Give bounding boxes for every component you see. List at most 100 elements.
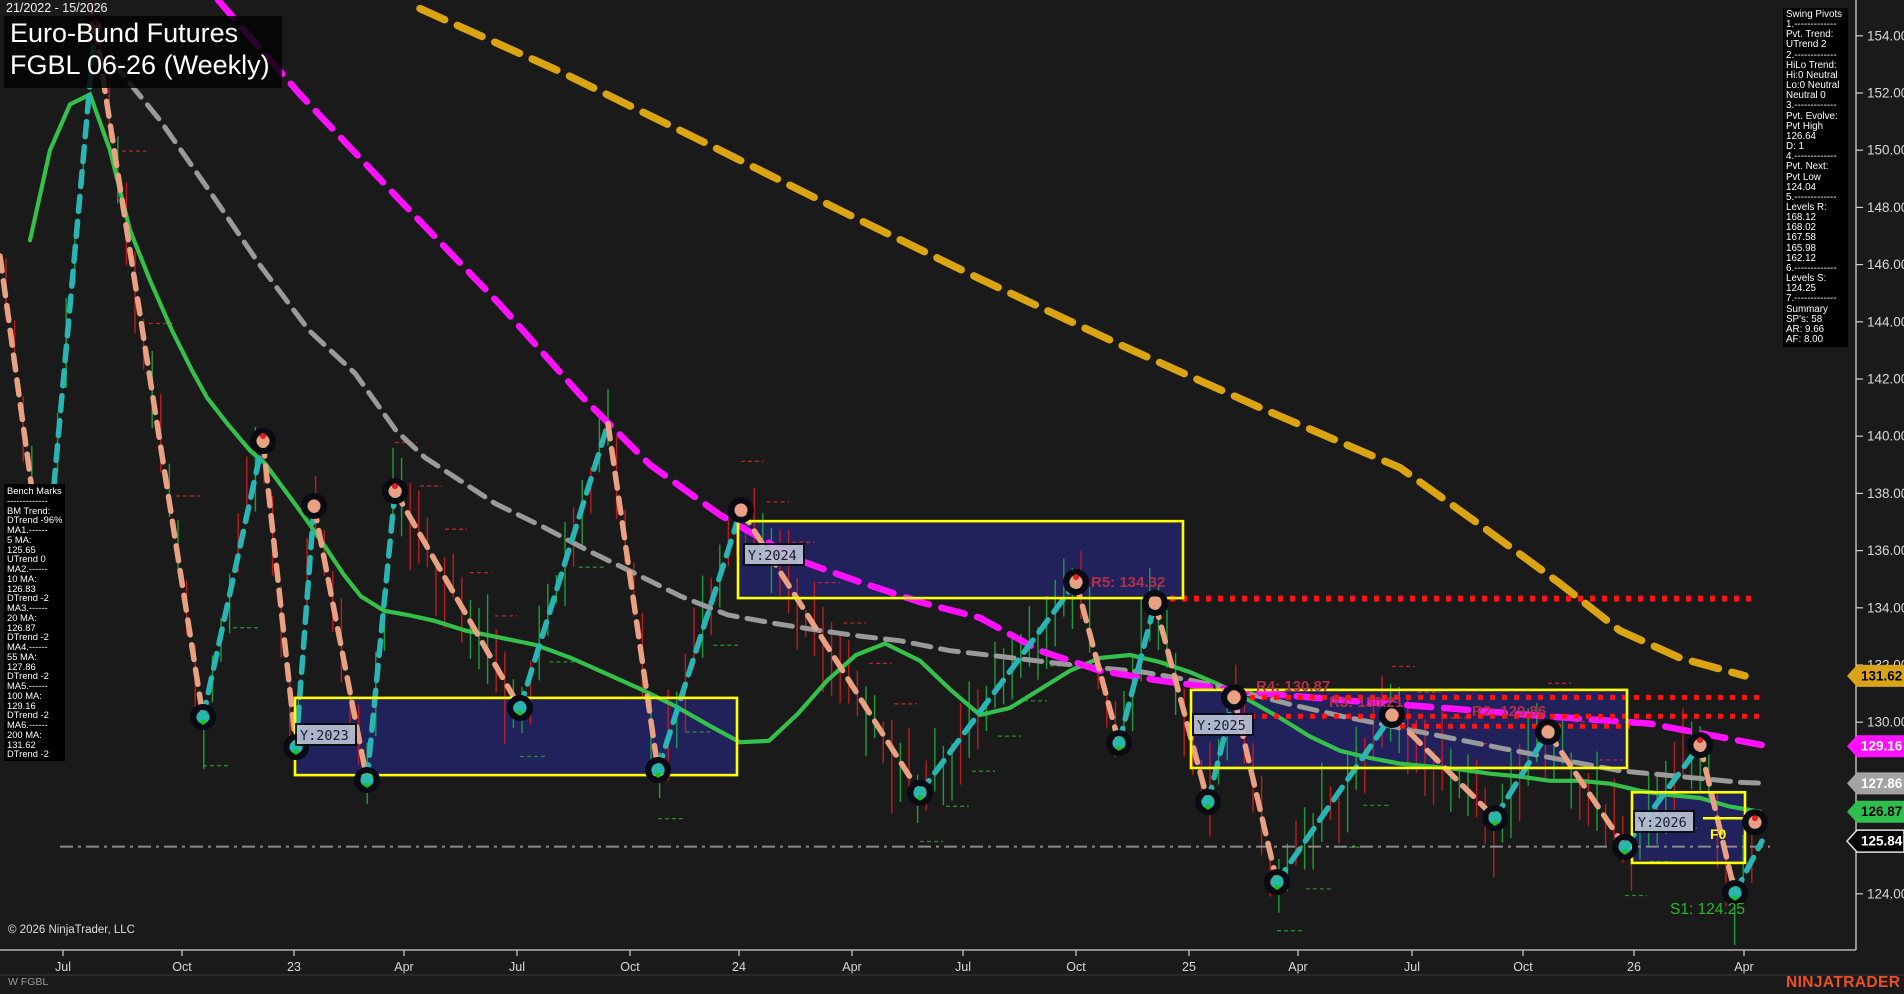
time-tick-label: Jul xyxy=(509,960,525,974)
instrument-title-line2: FGBL 06-26 (Weekly) xyxy=(10,50,270,82)
pivot-marker-high xyxy=(1538,722,1558,742)
pivot-marker-high xyxy=(1066,572,1086,592)
ninjatrader-logo: NINJATRADER xyxy=(1786,974,1900,992)
price-tick-label: 136.00 xyxy=(1867,543,1904,558)
price-tick-label: 152.00 xyxy=(1867,86,1904,101)
pivot-marker-high xyxy=(385,481,405,501)
time-tick-label: Oct xyxy=(1066,960,1086,974)
price-tag: 127.86 xyxy=(1847,772,1904,794)
pivot-marker-low xyxy=(910,783,930,803)
stop-steps-below xyxy=(203,628,260,766)
trailing-stop-steps xyxy=(95,0,1697,931)
year-label-text: Y:2026 xyxy=(1638,815,1687,831)
pivot-marker-low xyxy=(1615,837,1635,857)
price-tag: 125.84 xyxy=(1847,830,1904,852)
pivot-cap xyxy=(1274,884,1279,889)
pivot-dot xyxy=(1228,691,1241,704)
pivot-cap xyxy=(917,795,922,800)
pivot-cap xyxy=(392,483,398,489)
swing-pivots-line: Pvt. Next: xyxy=(1786,162,1848,172)
stop-steps-below xyxy=(1277,805,1389,930)
price-tick-label: 142.00 xyxy=(1867,372,1904,387)
pivot-marker-high xyxy=(253,431,273,451)
resistance-level-label: R2: 129.86 xyxy=(1472,703,1546,720)
time-tick-label: Jul xyxy=(55,960,71,974)
swing-pivots-line: AF: 8.00 xyxy=(1786,335,1848,345)
year-label-text: Y:2024 xyxy=(748,548,797,564)
visible-date-range: 21/2022 - 15/2026 xyxy=(6,1,107,15)
time-tick-label: Apr xyxy=(1734,960,1753,974)
price-tick-label: 150.00 xyxy=(1867,143,1904,158)
time-tick-label: Jul xyxy=(955,960,971,974)
pivot-cap xyxy=(293,749,298,754)
price-tick-label: 130.00 xyxy=(1867,715,1904,730)
pivot-marker-low xyxy=(357,770,377,790)
swing-leg-up xyxy=(203,441,263,717)
f0-label: F0 xyxy=(1710,826,1727,842)
swing-pivots-line: 7.------------- xyxy=(1786,294,1848,304)
time-tick-label: 23 xyxy=(287,960,301,974)
pivot-dot xyxy=(308,499,321,512)
price-tick-label: 124.00 xyxy=(1867,886,1904,901)
ninjatrader-window: R5: 134.32R4: 130.87R3: 130.21R2: 129.86… xyxy=(0,0,1904,994)
f0-marker xyxy=(1745,812,1765,832)
instrument-title: Euro-Bund Futures FGBL 06-26 (Weekly) xyxy=(4,16,282,88)
price-tag-text: 126.87 xyxy=(1861,804,1902,819)
year-label: Y:2024 xyxy=(744,544,804,565)
price-tag-text: 125.84 xyxy=(1861,834,1903,849)
bench-marks-line: DTrend -2 xyxy=(7,749,65,759)
pivot-marker-high xyxy=(1224,687,1244,707)
price-tag: 131.62 xyxy=(1847,665,1904,687)
ma-line-55ma xyxy=(112,62,1768,784)
pivot-cap xyxy=(1205,804,1210,809)
price-tag-text: 129.16 xyxy=(1861,739,1903,754)
time-tick-label: Oct xyxy=(620,960,640,974)
price-tick-label: 148.00 xyxy=(1867,200,1904,215)
price-tag: 126.87 xyxy=(1847,801,1904,823)
price-tick-label: 138.00 xyxy=(1867,486,1904,501)
pivot-cap xyxy=(364,782,369,787)
resistance-level-label: R3: 130.21 xyxy=(1329,694,1403,711)
time-axis[interactable]: JulOct23AprJulOct24AprJulOct25AprJulOct2… xyxy=(0,950,1904,975)
pivot-marker-high xyxy=(1690,735,1710,755)
time-tick-label: Apr xyxy=(1288,960,1307,974)
pivot-cap xyxy=(655,772,660,777)
chart-canvas[interactable]: R5: 134.32R4: 130.87R3: 130.21R2: 129.86… xyxy=(0,0,1904,994)
time-tick-label: Apr xyxy=(394,960,413,974)
pivot-dot xyxy=(1149,596,1162,609)
copyright-text: © 2026 NinjaTrader, LLC xyxy=(8,924,135,936)
pivot-dot xyxy=(1542,725,1555,738)
pivot-marker-low xyxy=(1725,883,1745,903)
pivot-marker-high xyxy=(731,500,751,520)
year-label-text: Y:2025 xyxy=(1197,718,1246,734)
time-tick-label: Oct xyxy=(172,960,192,974)
price-tag-text: 127.86 xyxy=(1861,776,1903,791)
swing-pivots-panel: Swing Pivots1.-------------Pvt. Trend:UT… xyxy=(1783,8,1848,347)
pivot-marker-high xyxy=(1145,593,1165,613)
stop-steps-above xyxy=(395,443,517,616)
pivot-marker-low xyxy=(1267,872,1287,892)
price-tick-label: 154.00 xyxy=(1867,28,1904,43)
price-tick-label: 134.00 xyxy=(1867,600,1904,615)
pivot-cap xyxy=(260,433,266,439)
pivot-cap xyxy=(517,710,522,715)
support-level-label: S1: 124.25 xyxy=(1670,901,1745,918)
pivot-cap xyxy=(1622,849,1627,854)
time-tick-label: 25 xyxy=(1182,960,1196,974)
pivot-marker-low xyxy=(510,698,530,718)
price-tag: 129.16 xyxy=(1847,735,1904,757)
pivot-cap xyxy=(1492,820,1497,825)
time-tick-label: 24 xyxy=(732,960,746,974)
time-tick-label: Jul xyxy=(1404,960,1420,974)
resistance-level-label: R5: 134.32 xyxy=(1091,574,1165,591)
pivot-marker-high xyxy=(304,496,324,516)
pivot-marker-low xyxy=(193,707,213,727)
pivot-marker-low xyxy=(1109,733,1129,753)
series-watermark: W FGBL xyxy=(8,976,48,988)
pivot-cap xyxy=(200,719,205,724)
bench-marks-panel: Bench Marks-------------BM Trend:DTrend … xyxy=(4,484,65,761)
pivot-marker-low xyxy=(1198,792,1218,812)
price-tick-label: 140.00 xyxy=(1867,429,1904,444)
year-label: Y:2023 xyxy=(296,724,356,745)
price-tick-label: 146.00 xyxy=(1867,257,1904,272)
